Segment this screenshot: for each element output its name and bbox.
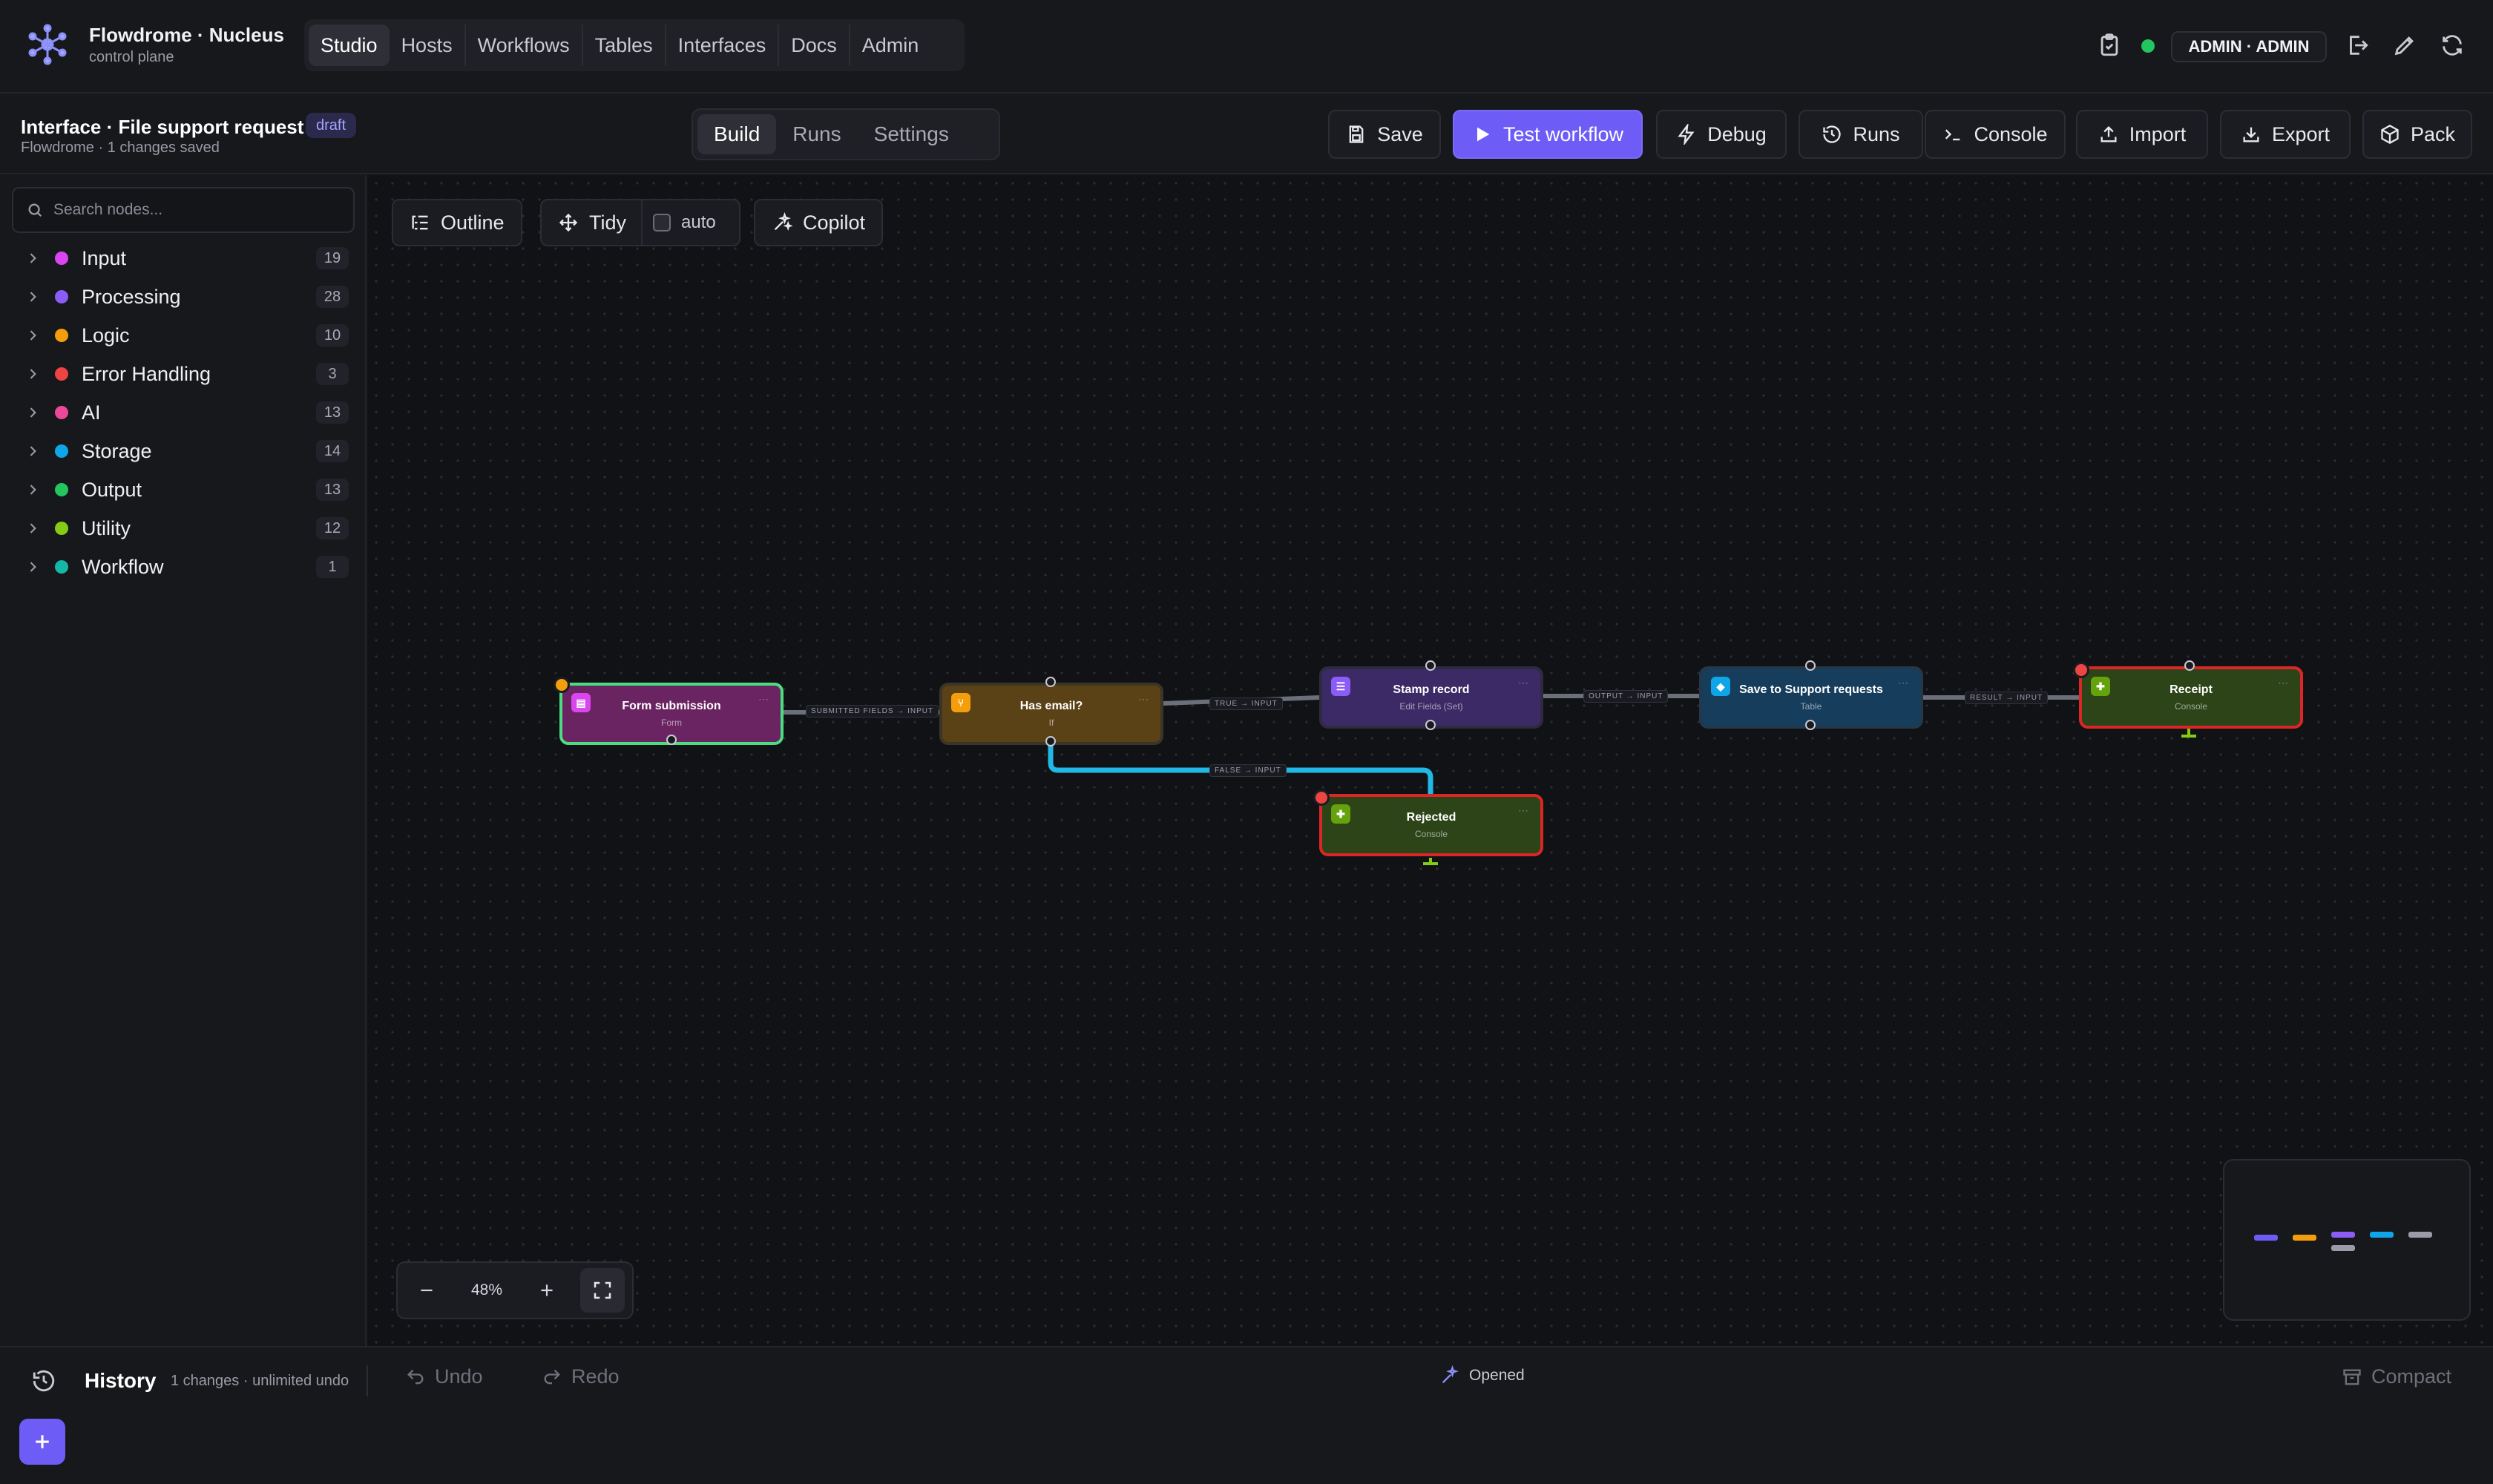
minus-icon	[421, 1289, 433, 1292]
sparkle-status-icon	[1442, 1365, 1459, 1384]
minimap[interactable]	[2223, 1159, 2471, 1321]
zoom-controls: 48%	[396, 1261, 634, 1319]
node-menu-icon[interactable]: ⋯	[1518, 677, 1530, 689]
redo-icon	[544, 1369, 560, 1384]
error-badge	[1313, 789, 1330, 806]
node-title: Stamp record	[1393, 683, 1470, 696]
input-port[interactable]	[1805, 660, 1816, 671]
console-output-icon: ✚	[2091, 677, 2110, 696]
node-title: Save to Support requests	[1739, 683, 1883, 696]
output-port[interactable]	[1805, 720, 1816, 730]
plus-icon	[36, 1435, 49, 1448]
edge-label-result: RESULT → INPUT	[1965, 692, 2049, 704]
compact-button[interactable]: Compact	[2342, 1365, 2451, 1388]
node-title: Has email?	[1019, 700, 1083, 712]
output-port[interactable]	[1045, 736, 1056, 746]
trigger-badge	[554, 677, 570, 693]
node-menu-icon[interactable]: ⋯	[1138, 693, 1150, 706]
redo-button[interactable]: Redo	[542, 1365, 620, 1388]
node-menu-icon[interactable]: ⋯	[758, 693, 770, 706]
zoom-out-button[interactable]	[398, 1263, 456, 1318]
history-title: History	[85, 1369, 157, 1392]
edge-label-output: OUTPUT → INPUT	[1583, 690, 1669, 703]
node-type: Console	[2174, 701, 2208, 712]
add-node-button[interactable]	[19, 1419, 65, 1465]
node-type: If	[1048, 718, 1054, 728]
node-menu-icon[interactable]: ⋯	[1898, 677, 1910, 689]
node-title: Receipt	[2170, 683, 2213, 696]
history-footer	[0, 1346, 2493, 1484]
minimap-node	[2331, 1232, 2355, 1238]
zoom-level: 48%	[470, 1281, 503, 1298]
input-port[interactable]	[2184, 660, 2195, 671]
fullscreen-icon	[594, 1281, 611, 1299]
node-rejected[interactable]: ✚ ⋯ Rejected Console	[1319, 794, 1543, 856]
archive-icon	[2343, 1369, 2361, 1385]
branch-icon: ⑂	[951, 693, 970, 712]
error-badge	[2073, 662, 2089, 678]
output-port[interactable]	[666, 735, 677, 745]
node-title: Rejected	[1406, 811, 1456, 824]
edge-label-submitted: SUBMITTED FIELDS → INPUT	[806, 705, 939, 718]
status-indicator: Opened	[1439, 1365, 1525, 1386]
undo-icon	[407, 1369, 424, 1384]
node-receipt[interactable]: ✚ ⋯ Receipt Console	[2079, 666, 2303, 729]
node-type: Edit Fields (Set)	[1399, 701, 1463, 712]
node-title: Form submission	[622, 700, 721, 712]
input-port[interactable]	[1425, 660, 1436, 671]
node-type: Console	[1414, 829, 1448, 839]
history-icon[interactable]	[31, 1368, 56, 1393]
redo-label: Redo	[571, 1365, 620, 1388]
edge-label-false: FALSE → INPUT	[1209, 764, 1287, 777]
console-output-icon: ✚	[1331, 804, 1350, 824]
edit-fields-icon: ☰	[1331, 677, 1350, 696]
zoom-in-button[interactable]	[518, 1263, 576, 1318]
input-port[interactable]	[1045, 677, 1056, 687]
status-text: Opened	[1469, 1367, 1525, 1384]
node-menu-icon[interactable]: ⋯	[1518, 804, 1530, 817]
history-subtitle: 1 changes · unlimited undo	[171, 1373, 349, 1389]
minimap-node	[2254, 1235, 2278, 1241]
minimap-node	[2370, 1232, 2394, 1238]
undo-button[interactable]: Undo	[405, 1365, 483, 1388]
undo-label: Undo	[435, 1365, 483, 1388]
minimap-node	[2331, 1245, 2355, 1251]
node-type: Form	[661, 718, 682, 728]
compact-label: Compact	[2371, 1365, 2452, 1388]
node-type: Table	[1800, 701, 1822, 712]
output-port[interactable]	[1425, 720, 1436, 730]
divider	[367, 1365, 368, 1396]
form-icon: ▤	[571, 693, 591, 712]
rejected-terminal	[1423, 858, 1438, 865]
edges-layer	[784, 694, 2196, 865]
edge-label-true: TRUE → INPUT	[1209, 697, 1283, 710]
fit-view-button[interactable]	[580, 1268, 625, 1313]
minimap-node	[2408, 1232, 2432, 1238]
minimap-node	[2293, 1235, 2316, 1241]
table-storage-icon: ◆	[1711, 677, 1730, 696]
node-menu-icon[interactable]: ⋯	[2278, 677, 2290, 689]
plus-icon	[541, 1284, 553, 1296]
